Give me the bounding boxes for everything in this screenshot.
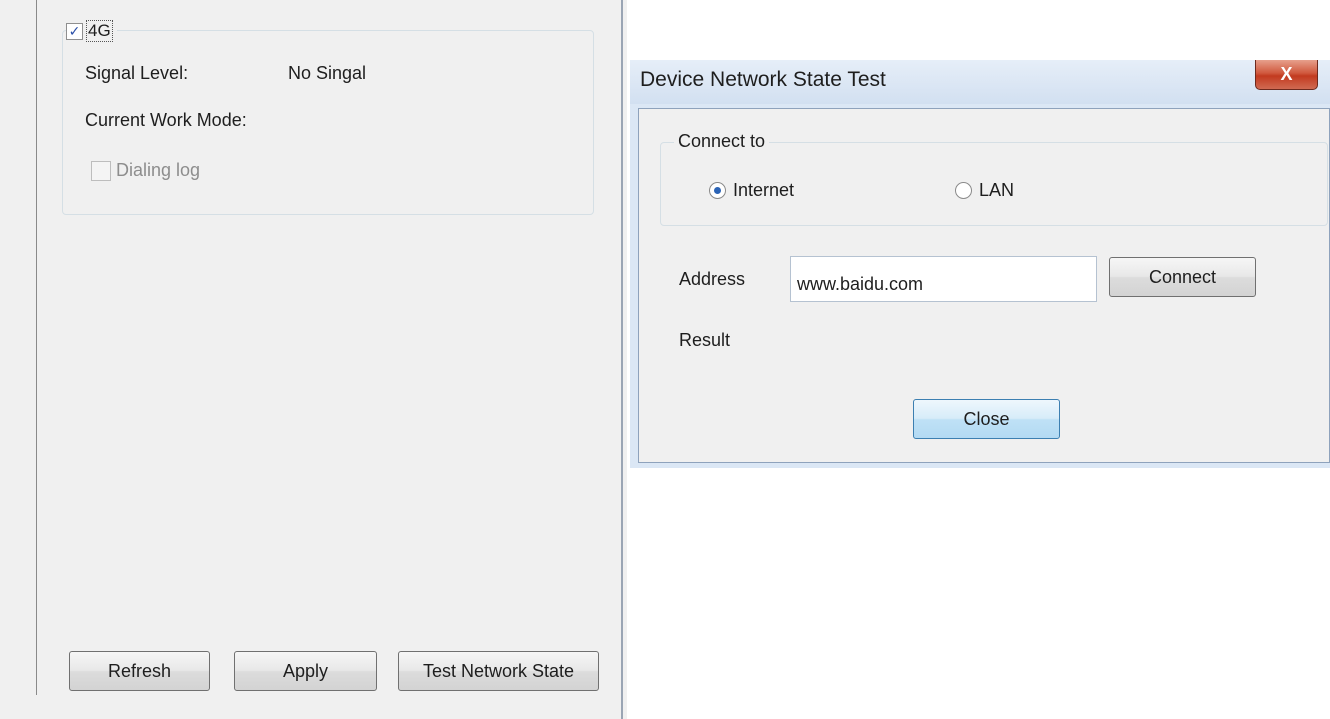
result-label: Result <box>679 330 731 350</box>
refresh-button[interactable]: Refresh <box>69 651 210 691</box>
dialog-title: Device Network State Test <box>640 68 886 91</box>
lan-radio-option[interactable]: LAN <box>955 180 1014 201</box>
device-network-state-test-dialog: Device Network State Test X Connect to I… <box>630 60 1330 468</box>
apply-button[interactable]: Apply <box>234 651 377 691</box>
address-input[interactable] <box>790 256 1097 302</box>
dialing-log-label: Dialing log <box>116 160 201 180</box>
radio-unselected-icon[interactable] <box>955 182 972 199</box>
radio-selected-icon[interactable] <box>709 182 726 199</box>
dialing-log-option[interactable]: Dialing log <box>91 160 200 181</box>
dialing-log-checkbox[interactable] <box>91 160 111 181</box>
test-network-state-button[interactable]: Test Network State <box>398 651 599 691</box>
internet-radio-option[interactable]: Internet <box>709 180 794 201</box>
connect-button[interactable]: Connect <box>1109 257 1256 297</box>
4g-label: 4G <box>86 20 113 42</box>
panel-border <box>621 0 623 719</box>
internet-radio-label: Internet <box>733 180 795 200</box>
close-glyph: X <box>1280 64 1293 84</box>
close-button[interactable]: Close <box>913 399 1060 439</box>
dialog-titlebar[interactable]: Device Network State Test X <box>630 60 1330 104</box>
network-settings-panel: ✓ 4G Signal Level: No Singal Current Wor… <box>0 0 627 719</box>
lan-radio-label: LAN <box>979 180 1015 200</box>
current-work-mode-label: Current Work Mode: <box>85 110 247 130</box>
connect-to-label: Connect to <box>674 131 770 152</box>
panel-divider <box>36 0 37 695</box>
checkmark-icon: ✓ <box>68 23 81 39</box>
4g-checkbox[interactable]: ✓ <box>66 22 83 40</box>
close-icon[interactable]: X <box>1255 60 1318 90</box>
4g-group-header: ✓ 4G <box>66 19 117 43</box>
signal-level-value: No Singal <box>288 63 367 83</box>
dialog-body: Connect to Internet LAN Address Connect … <box>638 108 1330 463</box>
signal-level-label: Signal Level: <box>85 63 189 83</box>
address-label: Address <box>679 269 746 289</box>
